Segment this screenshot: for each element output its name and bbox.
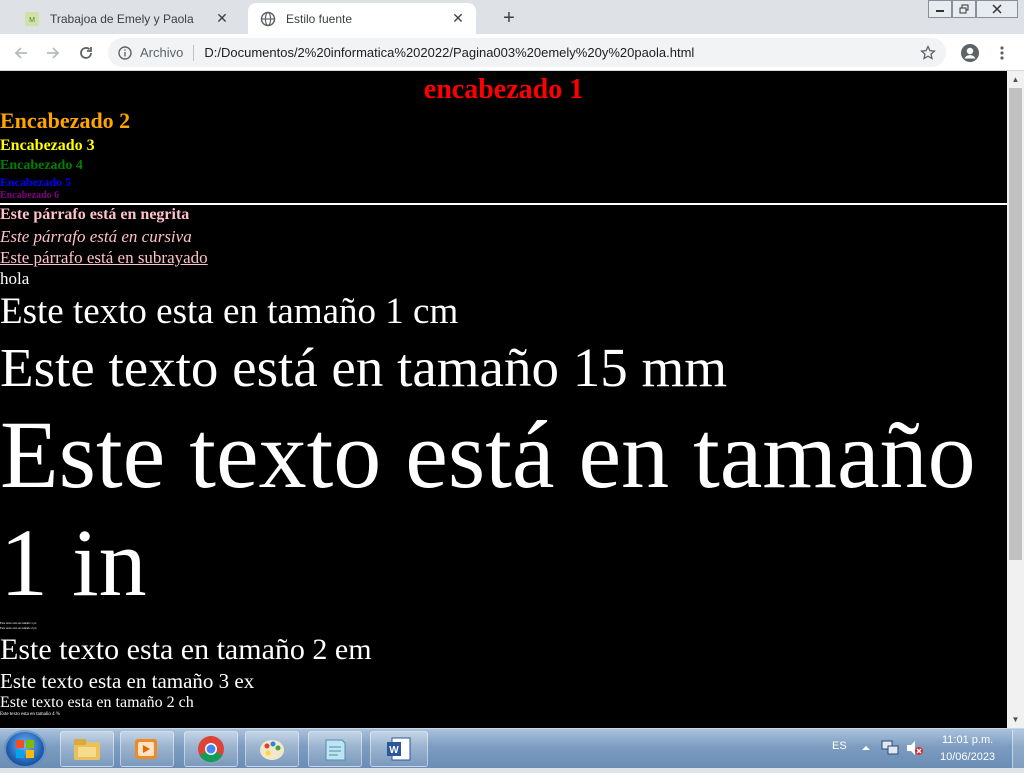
word-icon: W bbox=[387, 737, 411, 761]
scroll-up-arrow-icon[interactable]: ▲ bbox=[1007, 71, 1024, 88]
paragraph-2px: Este texto esta en tamaño 2 px bbox=[0, 626, 37, 630]
volume-muted-icon[interactable] bbox=[905, 739, 923, 757]
windows-logo-icon bbox=[16, 740, 34, 758]
restore-icon bbox=[959, 4, 969, 14]
tab-trabajo[interactable]: M Trabajoa de Emely y Paola ✕ bbox=[12, 3, 240, 34]
tab-strip: M Trabajoa de Emely y Paola ✕ Estilo fue… bbox=[0, 0, 1024, 34]
info-icon[interactable] bbox=[118, 45, 132, 60]
paragraph-italic: Este párrafo está en cursiva bbox=[0, 227, 192, 246]
profile-button[interactable] bbox=[957, 40, 983, 66]
menu-button[interactable] bbox=[989, 40, 1015, 66]
heading-2: Encabezado 2 bbox=[0, 108, 131, 133]
paragraph-3ex: Este texto esta en tamaño 3 ex bbox=[0, 669, 255, 693]
tab-title: Trabajoa de Emely y Paola bbox=[50, 11, 194, 26]
vertical-scrollbar[interactable]: ▲ ▼ bbox=[1007, 71, 1024, 728]
reload-icon bbox=[80, 47, 92, 59]
close-icon bbox=[992, 4, 1002, 14]
chrome-icon bbox=[198, 736, 224, 763]
taskbar-explorer[interactable] bbox=[60, 731, 114, 767]
svg-text:W: W bbox=[389, 745, 399, 756]
taskbar-media-player[interactable] bbox=[120, 731, 174, 767]
tab-title: Estilo fuente bbox=[286, 11, 353, 26]
arrow-right-icon bbox=[47, 47, 60, 59]
clock-date[interactable]: 10/06/2023 bbox=[940, 751, 995, 763]
paragraph-hola: hola bbox=[0, 269, 30, 288]
minimize-button[interactable] bbox=[928, 0, 952, 18]
arrow-left-icon bbox=[14, 47, 27, 59]
tab-estilo-fuente[interactable]: Estilo fuente ✕ bbox=[248, 3, 476, 34]
paragraph-1cm: Este texto esta en tamaño 1 cm bbox=[0, 291, 459, 332]
back-button[interactable] bbox=[8, 40, 34, 66]
show-desktop-button[interactable] bbox=[1012, 730, 1024, 768]
paragraph-1in: Este texto está en tamaño 1 in bbox=[0, 401, 976, 616]
paragraph-15mm: Este texto está en tamaño 15 mm bbox=[0, 337, 728, 398]
taskbar-notepad[interactable] bbox=[308, 731, 362, 767]
heading-6: Encabezado 6 bbox=[0, 190, 60, 201]
page-favicon-icon: M bbox=[24, 11, 40, 27]
windows-taskbar: W ES 11:01 p.m. 10/06/2023 bbox=[0, 728, 1024, 768]
browser-toolbar: Archivo D:/Documentos/2%20informatica%20… bbox=[0, 34, 1024, 71]
address-bar[interactable]: Archivo D:/Documentos/2%20informatica%20… bbox=[108, 38, 946, 67]
paragraph-underline: Este párrafo está en subrayado bbox=[0, 248, 208, 267]
paragraph-bold: Este párrafo está en negrita bbox=[0, 206, 190, 223]
close-icon[interactable]: ✕ bbox=[214, 10, 230, 27]
paragraph-2em: Este texto esta en tamaño 2 em bbox=[0, 633, 372, 666]
language-indicator[interactable]: ES bbox=[832, 740, 847, 752]
paragraph-2ch: Este texto esta en tamaño 2 ch bbox=[0, 694, 194, 711]
heading-5: Encabezado 5 bbox=[0, 175, 72, 189]
divider bbox=[193, 44, 195, 61]
forward-button[interactable] bbox=[40, 40, 66, 66]
page-content: encabezado 1 Encabezado 2 Encabezado 3 E… bbox=[0, 71, 1007, 728]
media-player-icon bbox=[135, 739, 157, 759]
close-icon[interactable]: ✕ bbox=[450, 10, 466, 27]
globe-icon bbox=[260, 11, 276, 27]
new-tab-button[interactable]: + bbox=[498, 7, 520, 29]
paint-icon bbox=[260, 740, 284, 760]
clock-time[interactable]: 11:01 p.m. bbox=[942, 734, 993, 746]
url-input[interactable]: D:/Documentos/2%20informatica%202022/Pag… bbox=[204, 45, 918, 60]
minimize-icon bbox=[936, 10, 944, 12]
horizontal-rule bbox=[0, 203, 1007, 205]
scrollbar-thumb[interactable] bbox=[1009, 88, 1022, 560]
explorer-icon bbox=[74, 739, 100, 760]
taskbar-paint[interactable] bbox=[245, 731, 299, 767]
heading-1: encabezado 1 bbox=[423, 74, 584, 105]
reload-button[interactable] bbox=[73, 40, 99, 66]
close-window-button[interactable] bbox=[976, 0, 1018, 18]
heading-3: Encabezado 3 bbox=[0, 137, 95, 154]
notepad-icon bbox=[325, 739, 346, 761]
scroll-down-arrow-icon[interactable]: ▼ bbox=[1007, 711, 1024, 728]
restore-button[interactable] bbox=[952, 0, 976, 18]
more-vert-icon bbox=[1000, 46, 1004, 60]
bookmark-star-icon[interactable] bbox=[918, 43, 938, 63]
security-chip[interactable]: Archivo bbox=[140, 45, 183, 60]
account-icon bbox=[961, 44, 979, 62]
network-icon[interactable] bbox=[881, 739, 899, 757]
paragraph-1px: Este texto esta en tamaño 1 px bbox=[0, 621, 37, 625]
taskbar-word[interactable]: W bbox=[370, 731, 428, 767]
paragraph-4pct: Este texto esta en tamaño 4 % bbox=[0, 712, 60, 717]
start-button[interactable] bbox=[4, 730, 46, 768]
heading-4: Encabezado 4 bbox=[0, 158, 83, 173]
svg-text:M: M bbox=[29, 17, 35, 24]
taskbar-chrome[interactable] bbox=[184, 731, 238, 767]
chevron-up-icon[interactable] bbox=[861, 743, 871, 753]
